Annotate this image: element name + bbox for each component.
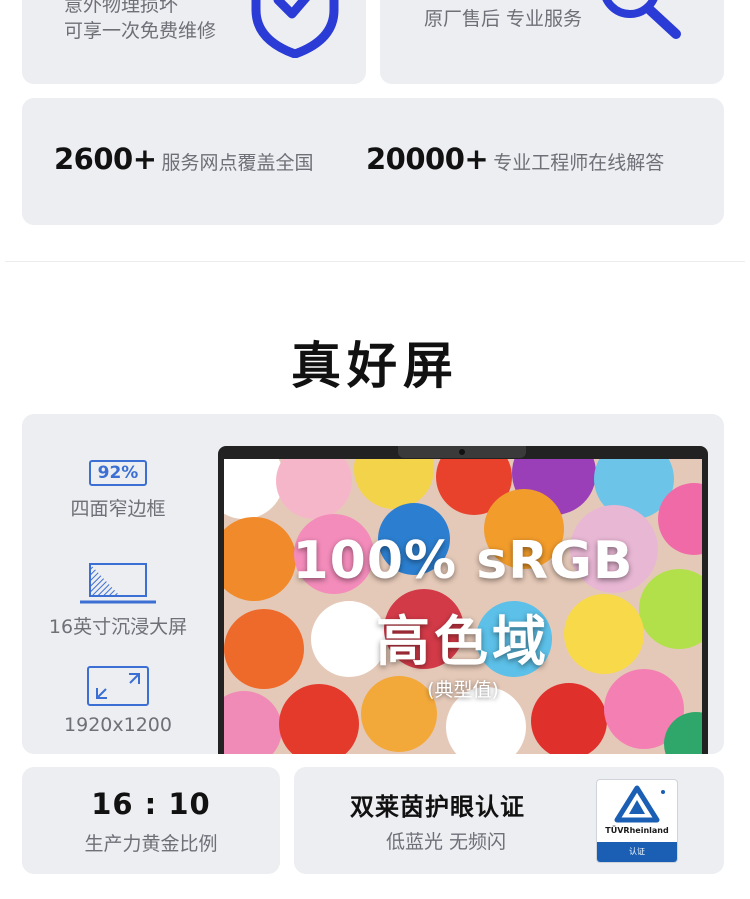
certification-subtitle: 低蓝光 无频闪 [386,831,507,853]
aspect-ratio-label: 生产力黄金比例 [84,833,218,855]
section-divider [5,261,745,262]
magnifier-icon [602,0,681,39]
service-stats-card: 2600+ 服务网点覆盖全国 20000+ 专业工程师在线解答 [22,98,724,225]
aspect-ratio-card: 16 : 10 生产力黄金比例 [22,767,280,874]
laptop-screen: 100% sRGB 高色域 (典型值) [224,459,702,754]
feature-resolution: 1920x1200 [22,666,214,736]
narrow-bezel-label: 四面窄边框 [70,498,166,520]
tuv-certified-band: 认证 [597,842,677,862]
damage-repair-line-2: 可享一次免费维修 [64,20,217,42]
service-points-label: 服务网点覆盖全国 [161,152,314,174]
certification-title: 双莱茵护眼认证 [350,793,525,821]
laptop-display-image: 100% sRGB 高色域 (典型值) [218,446,708,754]
display-features-card: 92% 四面窄边框 16英寸沉浸大屏 1920x1200 100% sRGB 高… [22,414,724,754]
bezel-percent-badge: 92% [88,460,148,486]
service-points-number: 2600+ [54,142,157,176]
official-service-text: 原厂售后 专业服务 [424,8,583,30]
feature-immersive-screen: 16英寸沉浸大屏 [22,562,214,639]
immersive-screen-label: 16英寸沉浸大屏 [48,616,188,638]
engineers-label: 专业工程师在线解答 [493,152,665,174]
service-points-stat: 2600+ 服务网点覆盖全国 [54,142,314,176]
damage-repair-line-1: 意外物理损坏 [64,0,179,16]
tuv-brand-text: TÜVRheinland [605,826,669,835]
engineers-stat: 20000+ 专业工程师在线解答 [366,142,664,176]
immersive-screen-icon [80,563,156,604]
webcam-dot [459,449,465,455]
tuv-triangle-icon [614,785,665,823]
engineers-number: 20000+ [366,142,489,176]
resolution-label: 1920x1200 [64,714,172,736]
tuv-rheinland-badge: TÜVRheinland 认证 [596,779,678,863]
color-gamut-subline: 高色域 [376,610,550,673]
damage-repair-text: 意外物理损坏 可享一次免费维修 [64,0,216,44]
aspect-ratio-value: 16 : 10 [91,787,211,821]
section-title: 真好屏 [291,336,459,395]
typical-value-note: (典型值) [427,679,499,701]
srgb-headline: 100% sRGB [292,531,634,591]
eye-care-certification-card: 双莱茵护眼认证 低蓝光 无频闪 TÜVRheinland 认证 [294,767,724,874]
damage-repair-card: 意外物理损坏 可享一次免费维修 [22,0,366,84]
official-service-card: 原厂售后 专业服务 [380,0,724,84]
feature-narrow-bezel: 92% 四面窄边框 [22,460,214,521]
shield-icon [251,0,339,58]
resolution-icon [87,666,149,706]
